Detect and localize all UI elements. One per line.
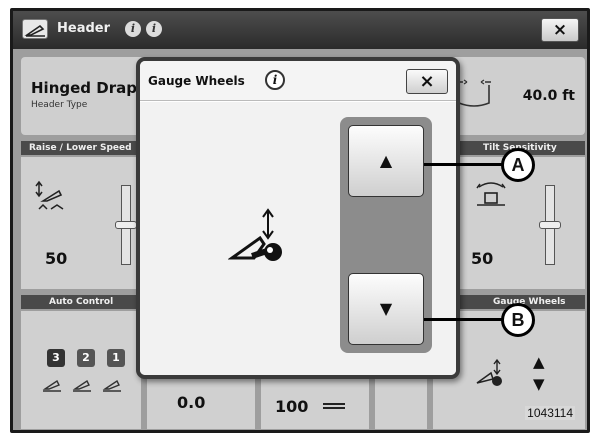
dialog-close-button[interactable]: × <box>406 69 448 94</box>
callout-b-leader <box>424 318 504 321</box>
raise-gauge-wheels-button[interactable]: ▲ <box>348 125 424 197</box>
gauge-wheel-icon <box>228 208 282 261</box>
auto-control-badge-2[interactable]: 2 <box>77 349 95 367</box>
info-icon[interactable]: i <box>265 70 285 90</box>
auto-control-badge-3[interactable]: 3 <box>47 349 65 367</box>
gauge-wheel-button-rail: ▲ ▼ <box>340 117 432 353</box>
auto-control-label: Auto Control <box>21 295 141 309</box>
header-type-label: Header Type <box>31 100 88 110</box>
auto-control-icons <box>42 379 121 392</box>
info-icon[interactable]: i <box>125 21 141 37</box>
gauge-wheel-small-icon <box>476 358 502 386</box>
bottom-left-value: 0.0 <box>177 393 206 412</box>
tilt-value: 50 <box>471 249 494 268</box>
callout-a-leader <box>424 163 504 166</box>
figure-number: 1043114 <box>525 406 575 420</box>
header-width-icon <box>457 79 491 107</box>
gauge-wheels-up-small[interactable]: ▲ <box>533 353 545 371</box>
tilt-icon <box>476 182 506 206</box>
settings-info-icon[interactable]: i <box>146 21 162 37</box>
callout-a: A <box>501 148 535 182</box>
header-type-name: Hinged Drape <box>31 79 148 97</box>
dialog-body: ▲ ▼ <box>140 102 456 375</box>
bottom-mid-slider-marks <box>323 403 345 409</box>
header-icon <box>22 19 48 39</box>
gauge-wheels-down-small[interactable]: ▼ <box>533 375 545 393</box>
gauge-wheels-dialog: Gauge Wheels i × ▲ ▼ <box>136 57 460 379</box>
tilt-slider-knob[interactable] <box>539 221 561 229</box>
auto-control-tile[interactable]: 3 2 1 <box>21 311 141 429</box>
lower-gauge-wheels-button[interactable]: ▼ <box>348 273 424 345</box>
bottom-mid-value: 100 <box>275 397 309 416</box>
auto-control-badge-1[interactable]: 1 <box>107 349 125 367</box>
raise-lower-icon <box>35 180 64 210</box>
raise-lower-slider-knob[interactable] <box>115 221 137 229</box>
window-title: Header <box>57 21 111 36</box>
close-button[interactable]: × <box>541 18 579 42</box>
dialog-title-bar: Gauge Wheels i × <box>140 61 456 101</box>
title-bar: Header i i × <box>13 11 587 49</box>
header-width-value: 40.0 ft <box>522 88 575 104</box>
dialog-title: Gauge Wheels <box>148 74 245 88</box>
raise-lower-value: 50 <box>45 249 68 268</box>
callout-b: B <box>501 303 535 337</box>
